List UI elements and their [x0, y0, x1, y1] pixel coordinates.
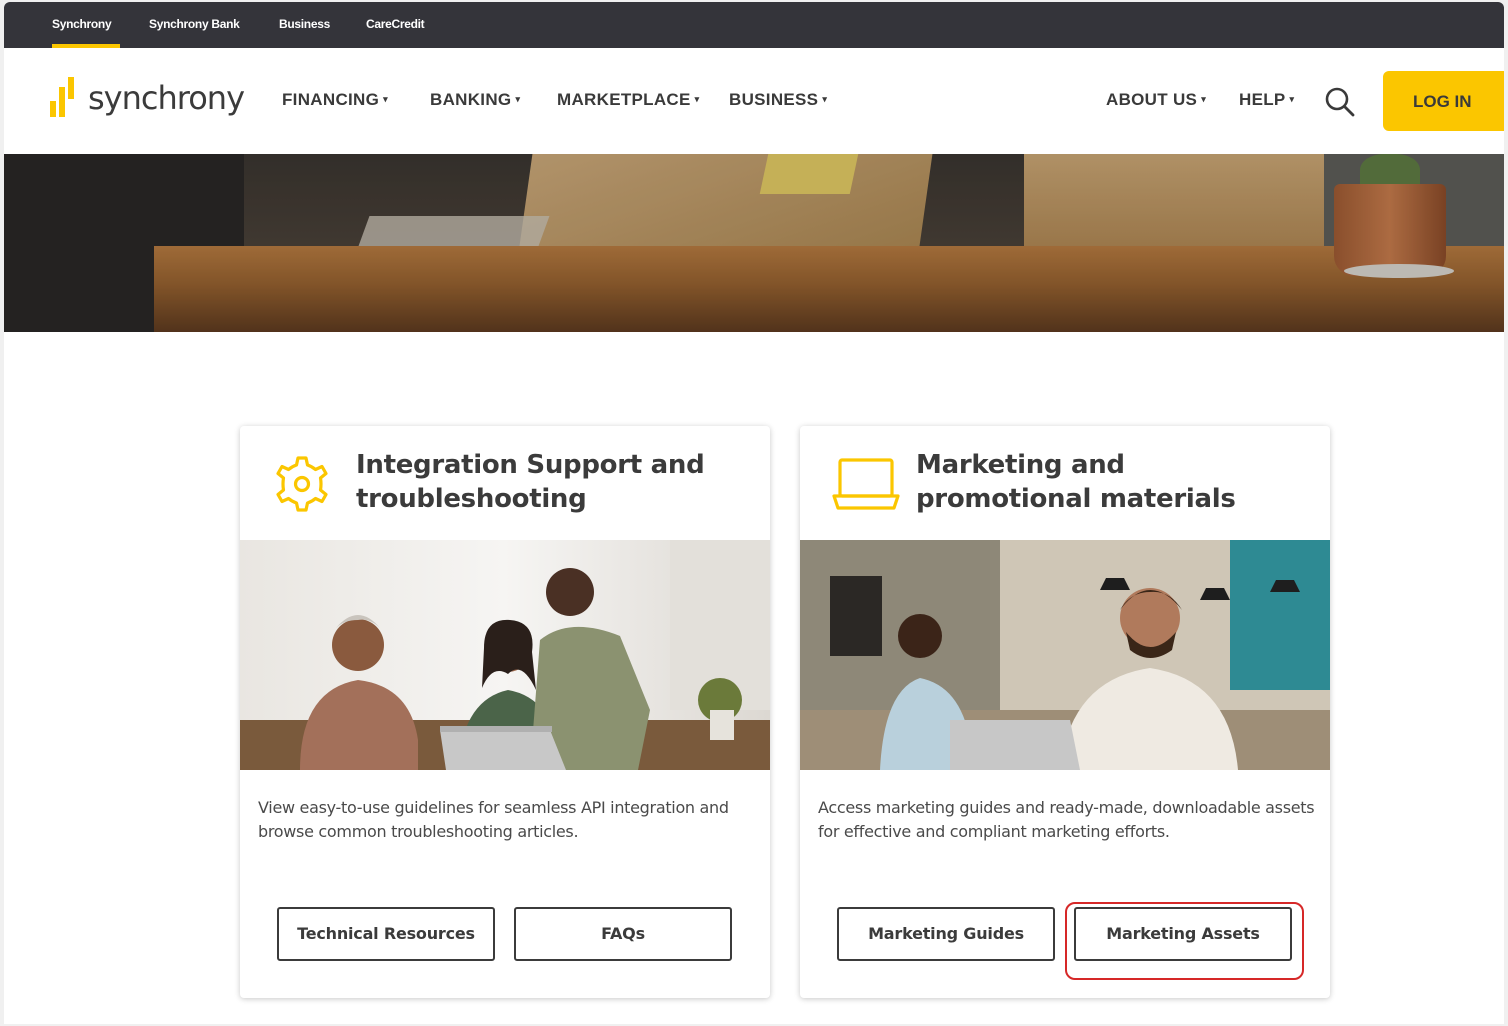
- caret-down-icon: ▾: [1289, 94, 1295, 104]
- hero-image: [4, 154, 1504, 332]
- card-title: Marketing and promotional materials: [916, 450, 1236, 514]
- nav-help[interactable]: HELP ▾: [1239, 90, 1294, 110]
- integration-support-card: Integration Support and troubleshooting: [240, 426, 770, 998]
- nav-banking[interactable]: BANKING ▾: [430, 90, 520, 110]
- nav-about-us[interactable]: ABOUT US ▾: [1106, 90, 1206, 110]
- marketing-guides-button[interactable]: Marketing Guides: [837, 907, 1055, 961]
- technical-resources-button[interactable]: Technical Resources: [277, 907, 495, 961]
- browser-page: Synchrony Synchrony Bank Business CareCr…: [4, 2, 1504, 1024]
- nav-financing-label: FINANCING: [282, 90, 380, 109]
- annotation-highlight-box: [1065, 902, 1304, 980]
- team-at-laptop-photo: [240, 540, 770, 770]
- nav-help-label: HELP: [1239, 90, 1286, 109]
- search-icon: [1325, 87, 1355, 117]
- caret-down-icon: ▾: [694, 94, 700, 104]
- utility-link-synchrony[interactable]: Synchrony: [52, 17, 112, 31]
- faqs-button[interactable]: FAQs: [514, 907, 732, 961]
- login-label: LOG IN: [1413, 92, 1472, 111]
- search-button[interactable]: [1324, 86, 1356, 118]
- utility-link-business[interactable]: Business: [279, 17, 330, 31]
- card-description: View easy-to-use guidelines for seamless…: [258, 798, 729, 841]
- synchrony-logo[interactable]: synchrony: [50, 76, 245, 120]
- coworkers-cafe-photo: [800, 540, 1330, 770]
- nav-business-label: BUSINESS: [729, 90, 819, 109]
- caret-down-icon: ▾: [822, 94, 828, 104]
- gear-icon: [270, 452, 334, 516]
- main-nav: synchrony FINANCING ▾ BANKING ▾ MARKETPLAC…: [4, 48, 1504, 154]
- nav-marketplace-label: MARKETPLACE: [557, 90, 691, 109]
- nav-about-label: ABOUT US: [1106, 90, 1198, 109]
- card-title: Integration Support and troubleshooting: [356, 450, 705, 514]
- caret-down-icon: ▾: [1201, 94, 1207, 104]
- login-button[interactable]: LOG IN: [1383, 71, 1504, 131]
- logo-text: synchrony: [88, 79, 245, 117]
- utility-nav: Synchrony Synchrony Bank Business CareCr…: [4, 2, 1504, 48]
- nav-financing[interactable]: FINANCING ▾: [282, 90, 388, 110]
- nav-marketplace[interactable]: MARKETPLACE ▾: [557, 90, 699, 110]
- utility-link-carecredit[interactable]: CareCredit: [366, 17, 425, 31]
- logo-mark-icon: [50, 77, 82, 119]
- caret-down-icon: ▾: [515, 94, 521, 104]
- nav-business[interactable]: BUSINESS ▾: [729, 90, 827, 110]
- utility-link-synchrony-bank[interactable]: Synchrony Bank: [149, 17, 240, 31]
- caret-down-icon: ▾: [383, 94, 388, 104]
- laptop-icon: [830, 452, 900, 516]
- nav-banking-label: BANKING: [430, 90, 512, 109]
- card-description: Access marketing guides and ready-made, …: [818, 798, 1315, 841]
